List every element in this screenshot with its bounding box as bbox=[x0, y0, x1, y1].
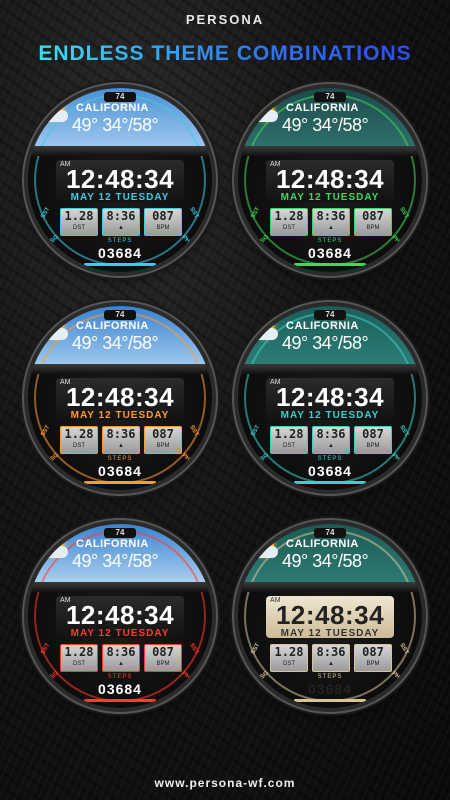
bezel-band bbox=[238, 364, 422, 374]
step-count: 03684 bbox=[98, 463, 142, 479]
date-label: MAY 12 TUESDAY bbox=[280, 628, 380, 639]
temperature-readout: 49° 34°/58° bbox=[72, 115, 159, 135]
timer-complication[interactable]: 8:36 ▲ bbox=[102, 208, 140, 236]
watch-face-parchment[interactable]: 74 CALIFORNIA 49° 34°/58° AM 12:48:34 MA… bbox=[238, 524, 422, 708]
temperature-readout: 49° 34°/58° bbox=[72, 333, 159, 353]
step-count: 03684 bbox=[308, 245, 352, 261]
city-label: CALIFORNIA bbox=[76, 320, 149, 332]
bezel-band bbox=[28, 364, 212, 374]
accent-bar bbox=[84, 263, 156, 266]
timer-complication[interactable]: 8:36 ▲ bbox=[312, 644, 350, 672]
steps-label: STEPS bbox=[317, 238, 343, 244]
digital-time: 12:48:34 bbox=[65, 164, 175, 194]
lcd-complications: 1.28 DST 8:36 ▲ 087 BPM bbox=[270, 208, 392, 236]
watch-face-cyan[interactable]: 74 CALIFORNIA 49° 34°/58° AM 12:48:34 MA… bbox=[28, 88, 212, 272]
lcd-complications: 1.28 DST 8:36 ▲ 087 BPM bbox=[60, 426, 182, 454]
partly-cloudy-icon bbox=[42, 538, 68, 558]
date-label: MAY 12 TUESDAY bbox=[280, 192, 380, 203]
watch-face-teal[interactable]: 74 CALIFORNIA 49° 34°/58° AM 12:48:34 MA… bbox=[238, 306, 422, 490]
brand-logo: PERSONA bbox=[185, 12, 265, 27]
distance-complication[interactable]: 1.28 DST bbox=[270, 644, 308, 672]
bezel-band bbox=[238, 146, 422, 156]
partly-cloudy-icon bbox=[42, 102, 68, 122]
watch-face-green[interactable]: 74 CALIFORNIA 49° 34°/58° AM 12:48:34 MA… bbox=[238, 88, 422, 272]
step-count: 03684 bbox=[98, 681, 142, 697]
heart-rate-complication[interactable]: 087 BPM bbox=[354, 208, 392, 236]
temperature-readout: 49° 34°/58° bbox=[282, 551, 369, 571]
timer-complication[interactable]: 8:36 ▲ bbox=[102, 426, 140, 454]
battery-indicator: 74 bbox=[314, 528, 346, 538]
steps-label: STEPS bbox=[107, 456, 133, 462]
bezel-band bbox=[28, 582, 212, 592]
distance-complication[interactable]: 1.28 DST bbox=[270, 426, 308, 454]
watch-face-red[interactable]: 74 CALIFORNIA 49° 34°/58° AM 12:48:34 MA… bbox=[28, 524, 212, 708]
battery-indicator: 74 bbox=[104, 528, 136, 538]
temperature-readout: 49° 34°/58° bbox=[282, 115, 369, 135]
partly-cloudy-icon bbox=[252, 538, 278, 558]
battery-indicator: 74 bbox=[314, 92, 346, 102]
digital-time: 12:48:34 bbox=[65, 600, 175, 630]
accent-bar bbox=[84, 699, 156, 702]
digital-time: 12:48:34 bbox=[275, 382, 385, 412]
lcd-complications: 1.28 DST 8:36 ▲ 087 BPM bbox=[270, 644, 392, 672]
steps-label: STEPS bbox=[317, 674, 343, 680]
steps-label: STEPS bbox=[317, 456, 343, 462]
heart-rate-complication[interactable]: 087 BPM bbox=[144, 644, 182, 672]
partly-cloudy-icon bbox=[252, 320, 278, 340]
timer-complication[interactable]: 8:36 ▲ bbox=[312, 426, 350, 454]
timer-complication[interactable]: 8:36 ▲ bbox=[102, 644, 140, 672]
accent-bar bbox=[84, 481, 156, 484]
battery-indicator: 74 bbox=[104, 310, 136, 320]
headline: ENDLESS THEME COMBINATIONS bbox=[0, 42, 450, 66]
city-label: CALIFORNIA bbox=[286, 320, 359, 332]
step-count: 03684 bbox=[308, 463, 352, 479]
battery-indicator: 74 bbox=[104, 92, 136, 102]
lcd-complications: 1.28 DST 8:36 ▲ 087 BPM bbox=[60, 208, 182, 236]
digital-time: 12:48:34 bbox=[65, 382, 175, 412]
steps-label: STEPS bbox=[107, 674, 133, 680]
battery-indicator: 74 bbox=[314, 310, 346, 320]
distance-complication[interactable]: 1.28 DST bbox=[60, 644, 98, 672]
partly-cloudy-icon bbox=[252, 102, 278, 122]
date-label: MAY 12 TUESDAY bbox=[280, 410, 380, 421]
accent-bar bbox=[294, 263, 366, 266]
website-url[interactable]: www.persona-wf.com bbox=[0, 776, 450, 790]
accent-bar bbox=[294, 699, 366, 702]
date-label: MAY 12 TUESDAY bbox=[70, 410, 170, 421]
date-label: MAY 12 TUESDAY bbox=[70, 628, 170, 639]
heart-rate-complication[interactable]: 087 BPM bbox=[354, 644, 392, 672]
distance-complication[interactable]: 1.28 DST bbox=[60, 426, 98, 454]
partly-cloudy-icon bbox=[42, 320, 68, 340]
city-label: CALIFORNIA bbox=[76, 102, 149, 114]
digital-time: 12:48:34 bbox=[275, 600, 385, 630]
distance-complication[interactable]: 1.28 DST bbox=[270, 208, 308, 236]
city-label: CALIFORNIA bbox=[286, 538, 359, 550]
heart-rate-complication[interactable]: 087 BPM bbox=[144, 208, 182, 236]
steps-label: STEPS bbox=[107, 238, 133, 244]
bezel-band bbox=[28, 146, 212, 156]
step-count: 03684 bbox=[308, 681, 352, 697]
city-label: CALIFORNIA bbox=[286, 102, 359, 114]
lcd-complications: 1.28 DST 8:36 ▲ 087 BPM bbox=[60, 644, 182, 672]
city-label: CALIFORNIA bbox=[76, 538, 149, 550]
bezel-band bbox=[238, 582, 422, 592]
date-label: MAY 12 TUESDAY bbox=[70, 192, 170, 203]
temperature-readout: 49° 34°/58° bbox=[72, 551, 159, 571]
step-count: 03684 bbox=[98, 245, 142, 261]
distance-complication[interactable]: 1.28 DST bbox=[60, 208, 98, 236]
accent-bar bbox=[294, 481, 366, 484]
watch-face-orange[interactable]: 74 CALIFORNIA 49° 34°/58° AM 12:48:34 MA… bbox=[28, 306, 212, 490]
digital-time: 12:48:34 bbox=[275, 164, 385, 194]
heart-rate-complication[interactable]: 087 BPM bbox=[144, 426, 182, 454]
temperature-readout: 49° 34°/58° bbox=[282, 333, 369, 353]
heart-rate-complication[interactable]: 087 BPM bbox=[354, 426, 392, 454]
lcd-complications: 1.28 DST 8:36 ▲ 087 BPM bbox=[270, 426, 392, 454]
timer-complication[interactable]: 8:36 ▲ bbox=[312, 208, 350, 236]
